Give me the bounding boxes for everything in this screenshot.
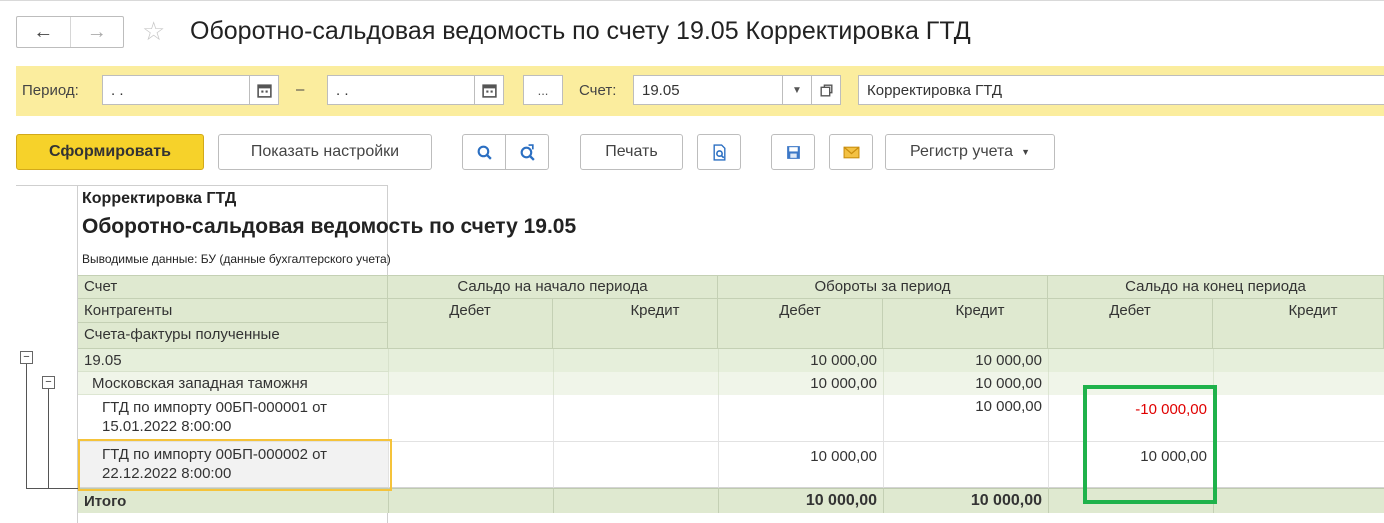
row-invoice-1-start-credit	[553, 395, 718, 442]
row-counterparty-turnover-credit: 10 000,00	[883, 372, 1048, 395]
header-counterparties: Контрагенты	[78, 299, 388, 323]
calendar-from-button[interactable]	[249, 75, 279, 105]
row-invoice-2-turnover-credit	[883, 442, 1048, 488]
envelope-icon	[843, 146, 859, 158]
page-title: Оборотно-сальдовая ведомость по счету 19…	[190, 17, 971, 45]
row-account-end-debit	[1048, 349, 1213, 372]
period-from-input[interactable]: . .	[102, 75, 250, 105]
account-register-button[interactable]: Регистр учета ▼	[885, 134, 1055, 170]
print-preview-button[interactable]	[697, 134, 741, 170]
total-label: Итого	[78, 488, 388, 513]
period-to-input[interactable]: . .	[327, 75, 475, 105]
floppy-save-icon	[786, 145, 800, 159]
show-settings-button[interactable]: Показать настройки	[218, 134, 432, 170]
register-label: Регистр учета	[910, 143, 1014, 160]
row-counterparty-turnover-debit: 10 000,00	[718, 372, 883, 395]
account-input[interactable]: 19.05	[633, 75, 783, 105]
collapse-subgroup-icon[interactable]: −	[42, 376, 55, 389]
row-invoice-1-end-credit	[1213, 395, 1384, 442]
navigation-buttons: ← →	[16, 16, 124, 48]
tree-line-level2	[48, 385, 49, 489]
total-turnover-credit: 10 000,00	[883, 488, 1048, 513]
tree-line-level1-end	[26, 488, 78, 489]
calendar-icon	[481, 83, 497, 98]
report-parameters-bar: Период: . . – . . ... Счет: 19.05 ▼ Корр…	[16, 66, 1384, 116]
account-label: Счет:	[579, 82, 617, 99]
row-invoice-1-turnover-debit	[718, 395, 883, 442]
row-account-turnover-credit: 10 000,00	[883, 349, 1048, 372]
row-account-end-credit	[1213, 349, 1384, 372]
print-preview-icon	[712, 143, 726, 161]
open-window-icon	[819, 83, 833, 97]
header-invoices: Счета-фактуры полученные	[78, 323, 388, 349]
row-invoice-1-start-debit	[388, 395, 553, 442]
report-heading: Оборотно-сальдовая ведомость по счету 19…	[82, 215, 577, 238]
tree-line-level1	[26, 357, 27, 489]
header-start-credit: Кредит	[553, 299, 718, 349]
find-button[interactable]	[462, 134, 506, 170]
row-counterparty-start-credit	[553, 372, 718, 395]
forward-button[interactable]: →	[69, 17, 124, 47]
total-start-debit	[388, 488, 553, 513]
account-dropdown-button[interactable]: ▼	[782, 75, 812, 105]
chevron-down-icon: ▼	[1021, 147, 1030, 157]
header-turnover-credit: Кредит	[883, 299, 1048, 349]
collapse-group-icon[interactable]: −	[20, 351, 33, 364]
highlight-annotation-box	[1083, 385, 1217, 504]
print-button[interactable]: Печать	[580, 134, 683, 170]
header-end-balance: Сальдо на конец периода	[1048, 275, 1384, 299]
header-turnover: Обороты за период	[718, 275, 1048, 299]
row-counterparty-start-debit	[388, 372, 553, 395]
row-account-turnover-debit: 10 000,00	[718, 349, 883, 372]
total-start-credit	[553, 488, 718, 513]
row-invoice-1-turnover-credit: 10 000,00	[883, 395, 1048, 442]
row-invoice-1-name: ГТД по импорту 00БП-000001 от 15.01.2022…	[78, 395, 388, 442]
report-spreadsheet[interactable]: Корректировка ГТД Оборотно-сальдовая вед…	[16, 185, 1384, 523]
generate-button[interactable]: Сформировать	[16, 134, 204, 170]
row-invoice-2-start-credit	[553, 442, 718, 488]
total-turnover-debit: 10 000,00	[718, 488, 883, 513]
row-invoice-2-start-debit	[388, 442, 553, 488]
header-end-credit: Кредит	[1213, 299, 1384, 349]
back-button[interactable]: ←	[17, 17, 70, 47]
row-counterparty-end-credit	[1213, 372, 1384, 395]
calendar-to-button[interactable]	[474, 75, 504, 105]
report-caption: Корректировка ГТД	[82, 190, 237, 207]
period-label: Период:	[22, 82, 79, 99]
row-account-start-credit	[553, 349, 718, 372]
account-name-field: Корректировка ГТД	[858, 75, 1384, 105]
report-output-data: Выводимые данные: БУ (данные бухгалтерск…	[82, 252, 391, 266]
favorite-star-icon[interactable]: ☆	[142, 18, 165, 44]
account-open-button[interactable]	[811, 75, 841, 105]
header-turnover-debit: Дебет	[718, 299, 883, 349]
save-button[interactable]	[771, 134, 815, 170]
total-end-credit	[1213, 488, 1384, 513]
row-account-start-debit	[388, 349, 553, 372]
row-counterparty-name: Московская западная таможня	[78, 372, 388, 395]
chevron-down-icon: ▼	[792, 84, 802, 96]
header-start-debit: Дебет	[388, 299, 553, 349]
calendar-icon	[256, 83, 272, 98]
period-dash: –	[296, 81, 305, 98]
selected-cell-frame	[78, 439, 392, 491]
row-invoice-2-turnover-debit: 10 000,00	[718, 442, 883, 488]
header-end-debit: Дебет	[1048, 299, 1213, 349]
header-account: Счет	[78, 275, 388, 299]
send-email-button[interactable]	[829, 134, 873, 170]
row-invoice-2-end-credit	[1213, 442, 1384, 488]
period-select-button[interactable]: ...	[523, 75, 563, 105]
header-start-balance: Сальдо на начало периода	[388, 275, 718, 299]
row-account-name: 19.05	[78, 349, 388, 372]
search-next-icon	[520, 143, 535, 161]
find-next-button[interactable]	[505, 134, 549, 170]
search-icon	[477, 145, 492, 160]
